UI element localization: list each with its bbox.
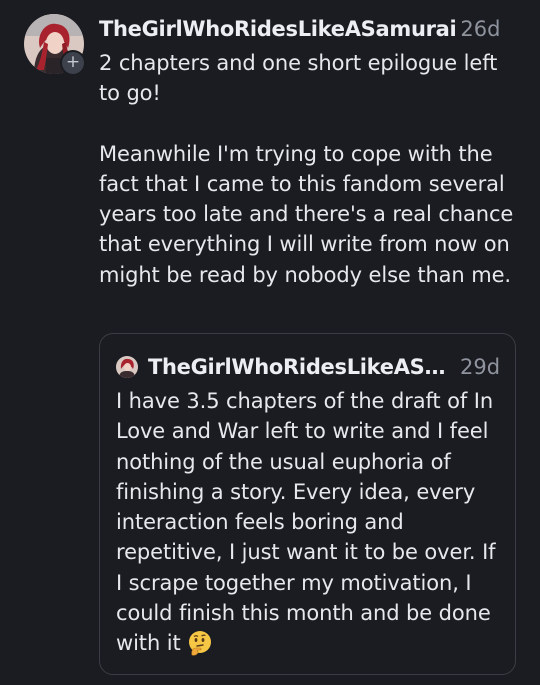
post-body: 2 chapters and one short epilogue left t… — [99, 48, 519, 290]
quoted-post-header: TheGirlWhoRidesLikeASamurai 29d — [116, 352, 506, 382]
quoted-post-timestamp[interactable]: 29d — [460, 355, 500, 379]
quoted-post-text: I have 3.5 chapters of the draft of In L… — [116, 389, 496, 656]
post: + TheGirlWhoRidesLikeASamurai 26d 2 chap… — [0, 0, 540, 685]
post-header: TheGirlWhoRidesLikeASamurai 26d — [99, 14, 524, 44]
quoted-author-avatar[interactable] — [116, 356, 138, 378]
quoted-avatar-image — [116, 356, 138, 378]
post-paragraph-2: Meanwhile I'm trying to cope with the fa… — [99, 141, 514, 287]
post-timestamp[interactable]: 26d — [460, 17, 500, 41]
follow-button[interactable]: + — [60, 50, 86, 76]
post-paragraph-1: 2 chapters and one short epilogue left t… — [99, 51, 498, 106]
quoted-post-body: I have 3.5 chapters of the draft of In L… — [116, 386, 508, 659]
quoted-author-username[interactable]: TheGirlWhoRidesLikeASamurai — [148, 355, 454, 379]
author-avatar-container[interactable]: + — [24, 14, 86, 76]
thinking-face-icon — [189, 631, 212, 656]
author-username[interactable]: TheGirlWhoRidesLikeASamurai — [99, 17, 456, 41]
quoted-post[interactable]: TheGirlWhoRidesLikeASamurai 29d I have 3… — [99, 333, 516, 675]
